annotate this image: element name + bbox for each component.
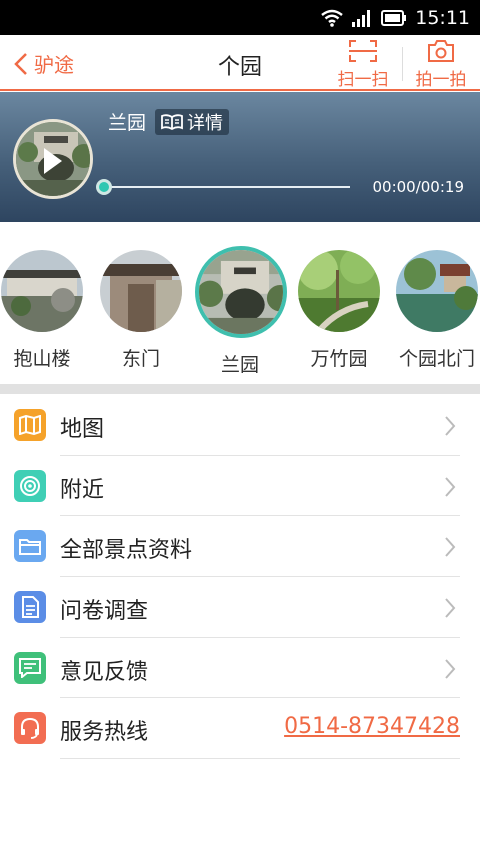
app-header: 驴途 个园 扫一扫 拍一拍 <box>0 35 480 91</box>
spot-carousel: 抱山楼 东门 兰园 万竹园 个园北门 <box>0 236 480 382</box>
folder-icon <box>14 530 46 563</box>
spot-label: 个园北门 <box>398 348 475 370</box>
chevron-right-icon <box>445 598 456 618</box>
menu-label: 问卷调查 <box>60 599 149 625</box>
chevron-right-icon <box>445 416 456 436</box>
chevron-left-icon <box>14 52 27 75</box>
wifi-icon <box>321 9 344 27</box>
menu-label: 服务热线 <box>60 720 149 746</box>
menu-item-map[interactable]: 地图 <box>0 395 480 456</box>
menu-label: 意见反馈 <box>60 659 149 685</box>
scan-button[interactable]: 扫一扫 <box>333 39 393 90</box>
menu-item-nearby[interactable]: 附近 <box>0 456 480 517</box>
hotline-phone-link[interactable]: 0514-87347428 <box>284 714 460 739</box>
spot-label: 兰园 <box>220 354 259 376</box>
spot-item-wanzhuyuan[interactable]: 万竹园 <box>294 250 384 371</box>
spot-thumbnail <box>396 250 478 332</box>
spot-label: 抱山楼 <box>13 348 71 370</box>
menu-item-all-spots[interactable]: 全部景点资料 <box>0 516 480 578</box>
scan-icon <box>349 40 377 62</box>
spot-item-baoshanlou[interactable]: 抱山楼 <box>0 250 87 371</box>
scan-label: 扫一扫 <box>337 70 389 90</box>
track-title: 兰园 <box>108 112 147 134</box>
photo-label: 拍一拍 <box>415 70 467 90</box>
audio-player <box>0 92 480 222</box>
book-icon <box>161 114 183 130</box>
detail-label: 详情 <box>187 113 223 134</box>
headset-icon <box>14 712 46 745</box>
spot-thumbnail <box>195 246 287 338</box>
progress-knob[interactable] <box>96 179 112 195</box>
detail-button[interactable]: 详情 <box>155 109 229 135</box>
status-bar: 15:11 <box>0 0 480 35</box>
spot-thumbnail <box>298 250 380 332</box>
spot-item-lanyuan[interactable]: 兰园 <box>195 246 287 377</box>
menu-label: 地图 <box>60 417 105 442</box>
camera-icon <box>428 40 454 62</box>
document-icon <box>14 591 46 624</box>
menu-label: 全部景点资料 <box>60 538 193 564</box>
spot-label: 万竹园 <box>310 348 368 370</box>
menu-label: 附近 <box>60 477 105 503</box>
chevron-right-icon <box>445 659 456 679</box>
play-button[interactable] <box>42 146 64 180</box>
chat-icon <box>14 651 46 684</box>
spot-item-dongmen[interactable]: 东门 <box>96 250 186 371</box>
header-divider <box>402 47 403 81</box>
map-icon <box>14 409 46 441</box>
spot-thumbnail <box>100 250 182 332</box>
chevron-right-icon <box>445 537 456 558</box>
row-divider <box>60 758 460 760</box>
play-icon <box>44 148 62 174</box>
section-divider <box>0 384 480 394</box>
back-label: 驴途 <box>34 53 74 77</box>
spot-item-geyuan-north-gate[interactable]: 个园北门 <box>392 250 480 371</box>
spot-label: 东门 <box>121 348 160 370</box>
target-icon <box>14 469 46 502</box>
menu-list: 地图 附近 全部景点资料 问卷调查 意见反馈 服务热线 0514-8734742… <box>0 395 480 760</box>
chevron-right-icon <box>445 477 456 497</box>
clock: 15:11 <box>415 6 470 29</box>
playback-time: 00:00/00:19 <box>372 178 464 196</box>
back-button[interactable]: 驴途 <box>14 49 74 78</box>
menu-item-hotline[interactable]: 服务热线 0514-87347428 <box>0 698 480 760</box>
menu-item-survey[interactable]: 问卷调查 <box>0 577 480 638</box>
signal-icon <box>351 9 373 27</box>
photo-button[interactable]: 拍一拍 <box>411 39 471 90</box>
spot-thumbnail <box>1 250 83 332</box>
progress-track[interactable] <box>104 186 350 188</box>
menu-item-feedback[interactable]: 意见反馈 <box>0 638 480 699</box>
battery-icon <box>381 9 407 26</box>
